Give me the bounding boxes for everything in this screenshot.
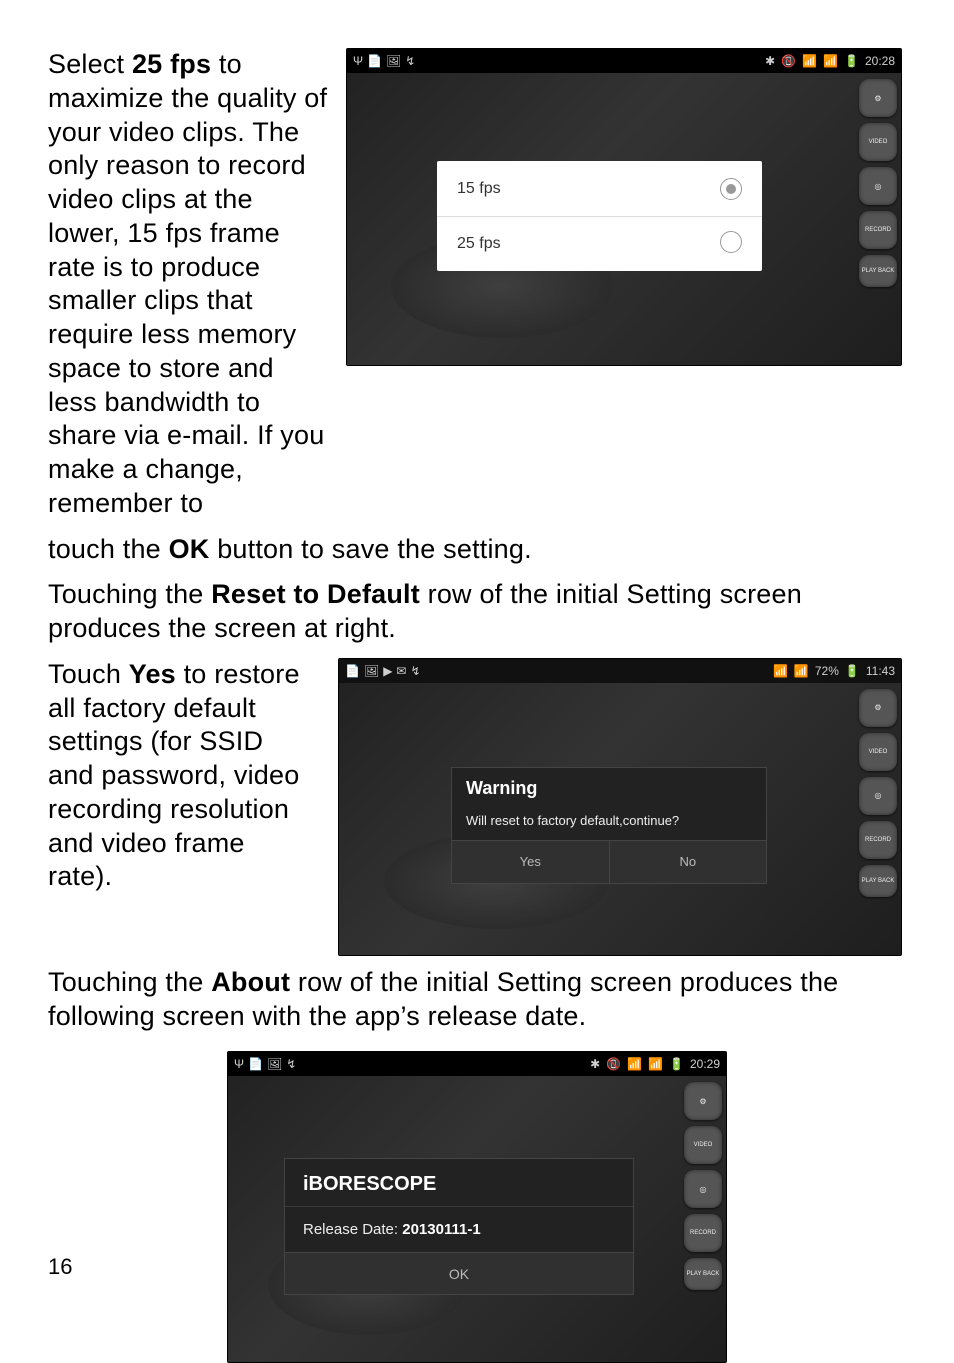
gear-icon[interactable]: ⚙ — [859, 79, 897, 117]
yes-button[interactable]: Yes — [452, 841, 610, 883]
playback-button[interactable]: PLAY BACK — [859, 255, 897, 287]
shot-button[interactable]: ◎ — [684, 1170, 722, 1208]
fps-dialog: 15 fps 25 fps — [437, 161, 762, 271]
no-button[interactable]: No — [610, 841, 767, 883]
status-bar: Ψ 📄 🖼 ↯ ✱ 📵 📶 📶 🔋 20:28 — [347, 49, 901, 73]
dialog-body-text: Will reset to factory default,continue? — [452, 809, 766, 841]
dialog-title: Warning — [452, 768, 766, 809]
status-icon: 📶 — [648, 1057, 663, 1071]
status-clock: 20:29 — [690, 1057, 720, 1071]
status-icon: ✱ — [765, 54, 775, 68]
ok-button[interactable]: OK — [285, 1252, 633, 1294]
radio-icon — [720, 178, 742, 200]
status-icon: ↯ — [405, 54, 415, 68]
status-bar: 📄 🖼 ▶ ✉ ↯ 📶 📶 72% 🔋 11:43 — [339, 659, 901, 683]
paragraph-3: Touch Yes to restore all factory default… — [48, 658, 308, 894]
fps-option-15[interactable]: 15 fps — [437, 161, 762, 216]
status-icon: ✱ — [590, 1057, 600, 1071]
shot-button[interactable]: ◎ — [859, 167, 897, 205]
status-icon: 🔋 — [845, 664, 860, 678]
status-icon: 📄 — [248, 1057, 263, 1071]
status-icon: 📶 — [802, 54, 817, 68]
screenshot-about-dialog: Ψ 📄 🖼 ↯ ✱ 📵 📶 📶 🔋 20:29 — [227, 1051, 727, 1363]
gear-icon[interactable]: ⚙ — [859, 689, 897, 727]
paragraph-1-part: Select 25 fps to maximize the quality of… — [48, 48, 328, 521]
video-mode-button[interactable]: VIDEO — [859, 123, 897, 161]
video-mode-button[interactable]: VIDEO — [684, 1126, 722, 1164]
gear-icon[interactable]: ⚙ — [684, 1082, 722, 1120]
status-icon: 📄 — [367, 54, 382, 68]
status-clock: 20:28 — [865, 54, 895, 68]
status-icon: ✉ — [396, 664, 406, 678]
status-icon: 📶 — [794, 664, 809, 678]
playback-button[interactable]: PLAY BACK — [859, 865, 897, 897]
video-mode-button[interactable]: VIDEO — [859, 733, 897, 771]
status-icon: 📵 — [606, 1057, 621, 1071]
page-number: 16 — [48, 1254, 72, 1280]
status-bar: Ψ 📄 🖼 ↯ ✱ 📵 📶 📶 🔋 20:29 — [228, 1052, 726, 1076]
status-icon: 🔋 — [669, 1057, 684, 1071]
status-icon: ▶ — [383, 664, 392, 678]
paragraph-1-tail: touch the OK button to save the setting. — [48, 533, 906, 567]
screenshot-fps-setting: Ψ 📄 🖼 ↯ ✱ 📵 📶 📶 🔋 20:28 — [346, 48, 902, 366]
status-icon: 🖼 — [364, 664, 379, 678]
status-icon: 📵 — [781, 54, 796, 68]
paragraph-2: Touching the Reset to Default row of the… — [48, 578, 906, 646]
status-icon: 📶 — [627, 1057, 642, 1071]
status-icon: ↯ — [286, 1057, 296, 1071]
status-battery-pct: 72% — [815, 664, 839, 678]
status-icon: Ψ — [353, 54, 363, 68]
record-button[interactable]: RECORD — [859, 821, 897, 859]
status-icon: 📶 — [823, 54, 838, 68]
fps-option-25[interactable]: 25 fps — [437, 216, 762, 271]
radio-icon — [720, 231, 742, 253]
screenshot-reset-warning: 📄 🖼 ▶ ✉ ↯ 📶 📶 72% 🔋 11:43 Warning — [338, 658, 902, 956]
paragraph-4: Touching the About row of the initial Se… — [48, 966, 906, 1034]
playback-button[interactable]: PLAY BACK — [684, 1258, 722, 1290]
fps-option-label: 25 fps — [457, 235, 501, 253]
status-icon: 📄 — [345, 664, 360, 678]
dialog-title: iBORESCOPE — [285, 1159, 633, 1206]
status-icon: Ψ — [234, 1057, 244, 1071]
shot-button[interactable]: ◎ — [859, 777, 897, 815]
record-button[interactable]: RECORD — [684, 1214, 722, 1252]
status-icon: 📶 — [773, 664, 788, 678]
status-icon: 🔋 — [844, 54, 859, 68]
status-icon: ↯ — [410, 664, 420, 678]
status-icon: 🖼 — [386, 54, 401, 68]
warning-dialog: Warning Will reset to factory default,co… — [451, 767, 767, 884]
about-dialog: iBORESCOPE Release Date: 20130111-1 OK — [284, 1158, 634, 1295]
status-icon: 🖼 — [267, 1057, 282, 1071]
fps-option-label: 15 fps — [457, 180, 501, 198]
dialog-body-text: Release Date: 20130111-1 — [285, 1207, 633, 1252]
record-button[interactable]: RECORD — [859, 211, 897, 249]
status-clock: 11:43 — [866, 664, 895, 678]
